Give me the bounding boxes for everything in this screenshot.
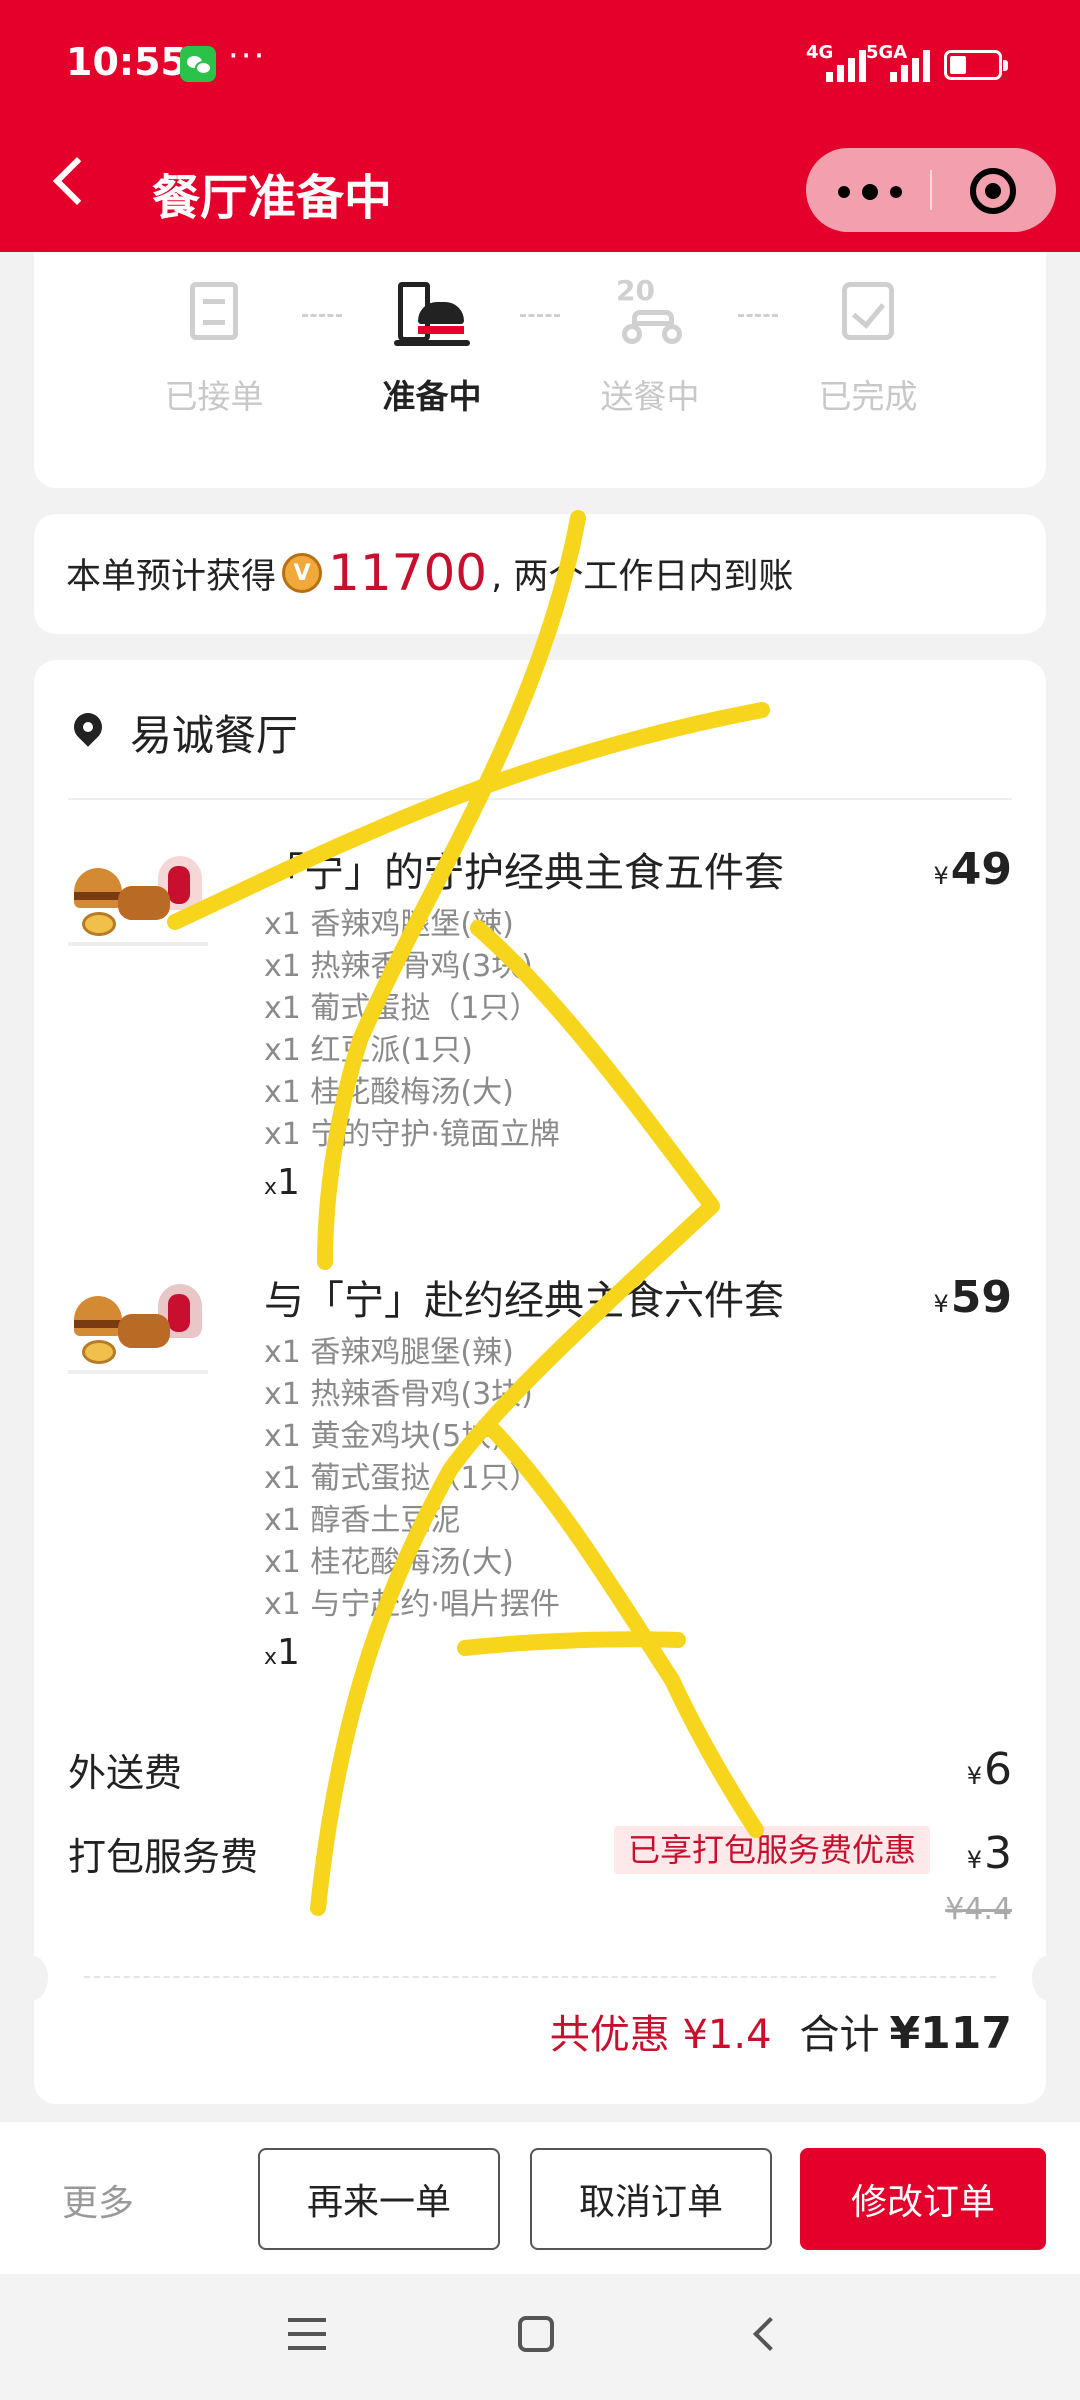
item-components: x1 香辣鸡腿堡(辣) x1 热辣香骨鸡(3块) x1 黄金鸡块(5块) x1 …: [264, 1332, 560, 1626]
card-notch-left: [18, 1956, 48, 2000]
capsule-divider: [930, 170, 932, 210]
points-amount: 11700: [328, 544, 488, 602]
system-navigation-bar: [0, 2274, 1080, 2400]
total-amount: ¥117: [889, 2008, 1012, 2059]
home-icon[interactable]: [518, 2316, 554, 2352]
item-quantity: x1: [264, 1632, 300, 1673]
bottom-action-bar: 更多 再来一单 取消订单 修改订单: [0, 2122, 1080, 2274]
delivery-badge: 20: [616, 274, 655, 307]
dashed-divider: [84, 1976, 996, 1978]
system-back-icon[interactable]: [753, 2317, 787, 2351]
location-pin-icon: [68, 713, 108, 753]
product-thumbnail: [68, 852, 208, 952]
status-bar: 10:55 ··· 4G 5GA: [0, 0, 1080, 130]
order-total-row: 共优惠 ¥1.4 合计 ¥117: [550, 2002, 1012, 2060]
item-name: 与「宁」赴约经典主食六件套: [264, 1278, 784, 1324]
modify-order-button[interactable]: 修改订单: [800, 2148, 1046, 2250]
step-delivering: 20 送餐中: [570, 274, 730, 418]
step-label: 已完成: [818, 377, 918, 416]
restaurant-name: 易诚餐厅: [130, 711, 299, 760]
component-line: x1 香辣鸡腿堡(辣): [264, 907, 514, 942]
points-card: 本单预计获得 V 11700 , 两个工作日内到账: [34, 514, 1046, 634]
component-line: x1 热辣香骨鸡(3块): [264, 949, 533, 984]
step-connector: [302, 314, 342, 317]
order-progress-card: 已接单 准备中 20 送餐中 已完成: [34, 252, 1046, 488]
status-time: 10:55: [66, 40, 187, 84]
close-miniprogram-icon[interactable]: [970, 168, 1016, 214]
card-notch-right: [1032, 1956, 1062, 2000]
total-label: 合计: [799, 2012, 880, 2058]
delivery-fee-label: 外送费: [68, 1751, 183, 1795]
recent-apps-icon[interactable]: [288, 2318, 326, 2352]
reorder-button[interactable]: 再来一单: [258, 2148, 500, 2250]
restaurant-row[interactable]: 易诚餐厅: [68, 702, 298, 763]
total-discount: 共优惠 ¥1.4: [549, 2012, 772, 2058]
component-line: x1 宁的守护·镜面立牌: [264, 1117, 560, 1152]
item-name: 「宁」的守护经典主食五件套: [264, 850, 784, 896]
wechat-icon: [180, 46, 216, 82]
step-label: 已接单: [164, 377, 264, 416]
cancel-order-button[interactable]: 取消订单: [530, 2148, 772, 2250]
more-options-icon[interactable]: [836, 166, 906, 214]
packing-fee-amount: ¥3: [966, 1828, 1012, 1879]
product-thumbnail: [68, 1280, 208, 1380]
points-suffix: , 两个工作日内到账: [491, 556, 794, 597]
app-header: 10:55 ··· 4G 5GA 餐厅准备中: [0, 0, 1080, 252]
component-line: x1 葡式蛋挞（1只）: [264, 991, 540, 1026]
points-info: 本单预计获得 V 11700 , 两个工作日内到账: [66, 544, 793, 602]
step-label: 送餐中: [600, 377, 700, 416]
status-more-indicator: ···: [228, 36, 267, 76]
step-completed: 已完成: [788, 276, 948, 418]
delivery-fee-amount: ¥6: [966, 1744, 1012, 1795]
page-title: 餐厅准备中: [152, 170, 393, 226]
receipt-icon: [176, 276, 252, 356]
order-item: 与「宁」赴约经典主食六件套 ¥59 x1 香辣鸡腿堡(辣) x1 热辣香骨鸡(3…: [68, 1268, 1012, 1673]
signal-icon: [826, 48, 868, 82]
component-line: x1 葡式蛋挞（1只）: [264, 1461, 540, 1496]
item-price: ¥49: [933, 844, 1012, 895]
packing-fee-original-price: ¥4.4: [945, 1892, 1012, 1927]
item-price: ¥59: [933, 1272, 1012, 1323]
miniprogram-capsule: [806, 148, 1056, 232]
item-components: x1 香辣鸡腿堡(辣) x1 热辣香骨鸡(3块) x1 葡式蛋挞（1只） x1 …: [264, 904, 560, 1156]
v-coin-icon: V: [282, 553, 323, 593]
step-preparing: 准备中: [352, 276, 512, 418]
packing-fee-label: 打包服务费: [68, 1835, 259, 1879]
component-line: x1 醇香土豆泥: [264, 1503, 461, 1538]
more-link[interactable]: 更多: [62, 2174, 134, 2226]
completed-check-icon: [830, 276, 906, 356]
component-line: x1 桂花酸梅汤(大): [264, 1545, 514, 1580]
step-label: 准备中: [382, 377, 482, 416]
delivery-scooter-icon: 20: [612, 274, 688, 356]
order-details-card: 易诚餐厅 「宁」的守护经典主食五件套 ¥49 x1 香辣鸡腿堡(辣) x1 热辣…: [18, 660, 1062, 2104]
battery-icon: [944, 50, 1008, 80]
item-quantity: x1: [264, 1162, 300, 1203]
step-connector: [520, 314, 560, 317]
component-line: x1 与宁赴约·唱片摆件: [264, 1587, 560, 1622]
component-line: x1 桂花酸梅汤(大): [264, 1075, 514, 1110]
component-line: x1 黄金鸡块(5块): [264, 1419, 503, 1454]
step-accepted: 已接单: [134, 276, 294, 418]
packing-fee-row: 打包服务费 已享打包服务费优惠 ¥3: [68, 1826, 1012, 1886]
component-line: x1 红豆派(1只): [264, 1033, 473, 1068]
component-line: x1 香辣鸡腿堡(辣): [264, 1335, 514, 1370]
delivery-fee-row: 外送费 ¥6: [68, 1742, 1012, 1802]
burger-meal-icon: [394, 276, 470, 356]
step-connector: [738, 314, 778, 317]
order-item: 「宁」的守护经典主食五件套 ¥49 x1 香辣鸡腿堡(辣) x1 热辣香骨鸡(3…: [68, 840, 1012, 1203]
divider: [68, 798, 1012, 800]
points-prefix: 本单预计获得: [66, 556, 277, 597]
packing-promo-badge: 已享打包服务费优惠: [613, 1826, 930, 1874]
component-line: x1 热辣香骨鸡(3块): [264, 1377, 533, 1412]
back-arrow-icon[interactable]: [52, 156, 102, 206]
signal-icon-2: [890, 48, 932, 82]
